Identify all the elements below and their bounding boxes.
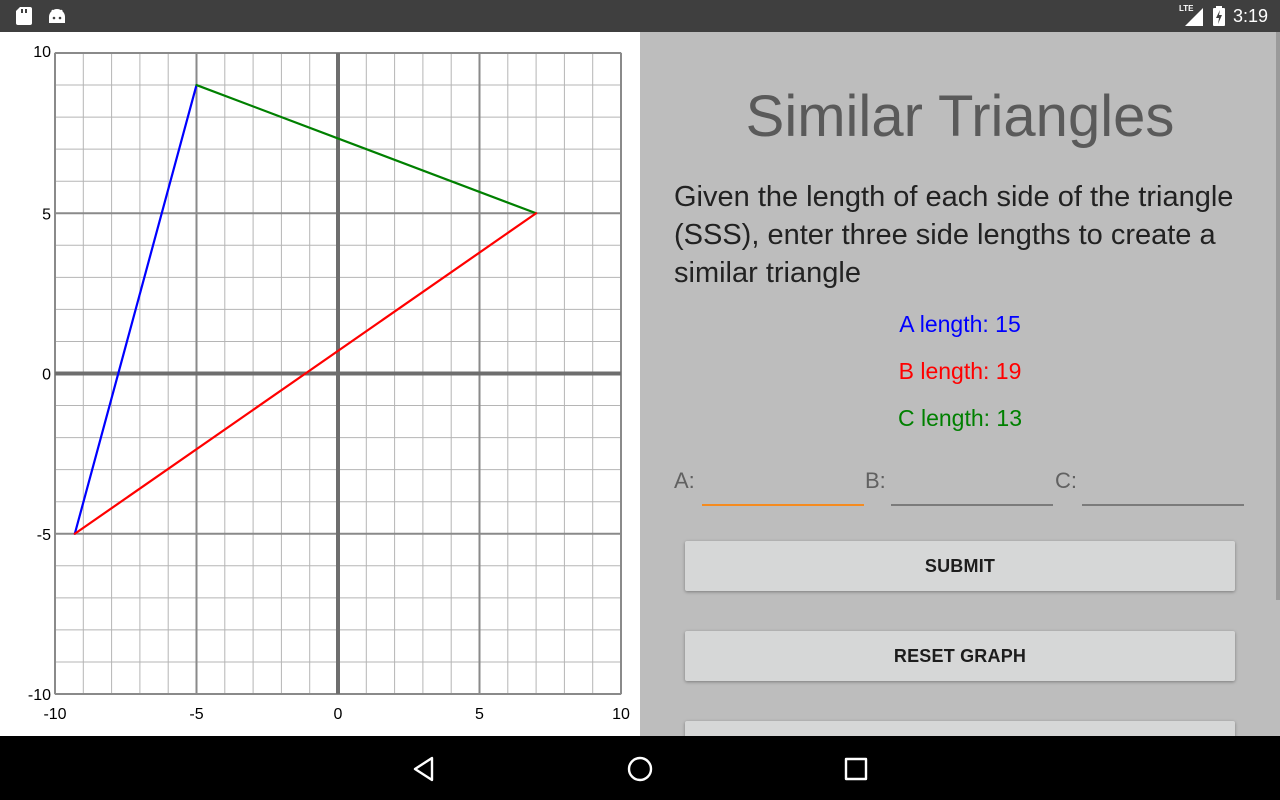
c-length-label: C length: 13: [897, 405, 1023, 431]
x-tick-label: -5: [189, 706, 203, 723]
coordinate-graph[interactable]: -10 -5 0 5 10 10 5 0 -5 -10: [0, 32, 640, 736]
reset-graph-button[interactable]: RESET GRAPH: [685, 631, 1235, 681]
page-title: Similar Triangles: [745, 84, 1175, 149]
status-left: [16, 7, 66, 25]
navigation-bar: [0, 736, 1280, 800]
status-bar: LTE 3:19: [0, 0, 1280, 32]
submit-button[interactable]: SUBMIT: [685, 541, 1235, 591]
a-length-label: A length: 15: [899, 311, 1021, 337]
scrollbar[interactable]: [1276, 32, 1280, 600]
y-tick-label: -10: [28, 687, 51, 704]
signal-indicator: LTE: [1179, 4, 1205, 26]
tick-labels: -10 -5 0 5 10 10 5 0 -5 -10: [28, 44, 630, 723]
y-tick-label: -5: [37, 527, 51, 544]
y-tick-label: 10: [33, 44, 51, 61]
battery-charging-icon: [1212, 6, 1225, 26]
instructions: Given the length of each side of the tri…: [674, 181, 1234, 289]
b-field-label: B:: [865, 468, 886, 493]
control-panel: Similar Triangles Given the length of ea…: [640, 32, 1280, 736]
recents-icon[interactable]: [841, 754, 871, 784]
x-tick-label: 5: [475, 706, 484, 723]
y-tick-label: 0: [42, 367, 51, 384]
next-button-partial[interactable]: [685, 721, 1235, 736]
c-length-input[interactable]: [1082, 470, 1244, 506]
home-icon[interactable]: [625, 754, 655, 784]
a-field-label: A:: [674, 468, 695, 493]
sd-card-icon: [16, 7, 32, 25]
status-right: LTE 3:19: [1179, 4, 1268, 26]
c-field-label: C:: [1055, 468, 1077, 493]
android-icon: [49, 9, 65, 23]
b-length-input[interactable]: [891, 470, 1053, 506]
b-length-label: B length: 19: [898, 358, 1022, 384]
a-length-input[interactable]: [702, 470, 864, 506]
x-tick-label: -10: [43, 706, 66, 723]
clock: 3:19: [1232, 6, 1268, 26]
x-tick-label: 0: [334, 706, 343, 723]
back-icon[interactable]: [410, 754, 440, 784]
graph-pane[interactable]: -10 -5 0 5 10 10 5 0 -5 -10: [0, 32, 640, 736]
signal-icon: [1184, 8, 1203, 26]
y-tick-label: 5: [42, 206, 51, 223]
x-tick-label: 10: [612, 706, 630, 723]
